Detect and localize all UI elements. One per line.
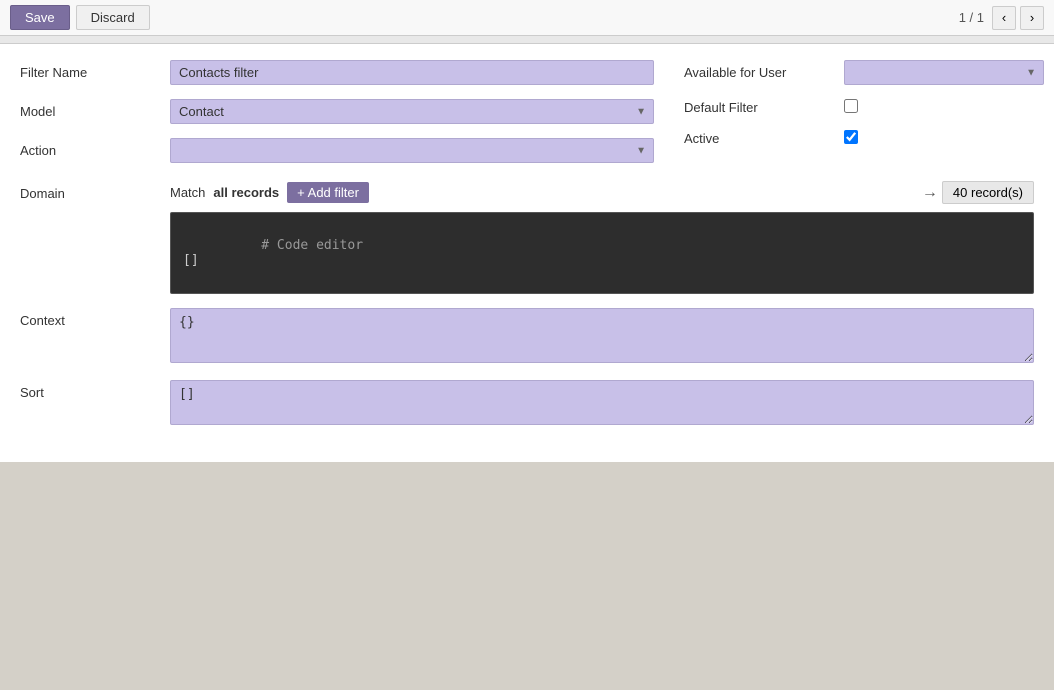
left-panel: Filter Name Model Contact A: [20, 60, 654, 177]
divider: [0, 36, 1054, 44]
filter-name-row: Filter Name: [20, 60, 654, 85]
available-for-user-row: Available for User: [684, 60, 1034, 85]
default-filter-checkbox[interactable]: [844, 99, 858, 113]
context-textarea[interactable]: [170, 308, 1034, 363]
prev-page-button[interactable]: ‹: [992, 6, 1016, 30]
toolbar-left: Save Discard: [10, 5, 150, 30]
action-label: Action: [20, 138, 170, 158]
active-field: [844, 130, 1034, 147]
context-field: [170, 308, 1034, 366]
code-editor[interactable]: # Code editor []: [170, 212, 1034, 294]
domain-header-left: Match all records + Add filter: [170, 182, 369, 203]
active-label: Active: [684, 131, 844, 146]
available-for-user-select[interactable]: [844, 60, 1044, 85]
next-page-button[interactable]: ›: [1020, 6, 1044, 30]
match-all-text: all records: [213, 185, 279, 200]
filter-name-input[interactable]: [170, 60, 654, 85]
toolbar-right: 1 / 1 ‹ ›: [959, 6, 1044, 30]
discard-button[interactable]: Discard: [76, 5, 150, 30]
filter-name-field: [170, 60, 654, 85]
records-count-button[interactable]: 40 record(s): [942, 181, 1034, 204]
domain-header: Match all records + Add filter → 40 reco…: [170, 181, 1034, 204]
action-select[interactable]: [170, 138, 654, 163]
domain-label: Domain: [20, 181, 170, 201]
add-filter-button[interactable]: + Add filter: [287, 182, 369, 203]
sort-label: Sort: [20, 380, 170, 400]
chevron-right-icon: ›: [1030, 10, 1034, 25]
domain-field: Match all records + Add filter → 40 reco…: [170, 181, 1034, 294]
active-row: Active: [684, 130, 1034, 147]
model-field: Contact: [170, 99, 654, 124]
save-button[interactable]: Save: [10, 5, 70, 30]
default-filter-field: [844, 99, 1034, 116]
main-form: Filter Name Model Contact A: [20, 60, 1034, 177]
filter-name-label: Filter Name: [20, 60, 170, 80]
context-label: Context: [20, 308, 170, 328]
code-editor-comment: # Code editor: [261, 238, 363, 253]
sort-row: Sort: [20, 380, 1034, 428]
chevron-left-icon: ‹: [1002, 10, 1006, 25]
records-area: → 40 record(s): [922, 181, 1034, 204]
action-row: Action: [20, 138, 654, 163]
match-text: Match: [170, 185, 205, 200]
available-for-user-field: [844, 60, 1044, 85]
page-wrapper: Save Discard 1 / 1 ‹ › Filter Name: [0, 0, 1054, 690]
sort-field: [170, 380, 1034, 428]
model-select[interactable]: Contact: [170, 99, 654, 124]
model-row: Model Contact: [20, 99, 654, 124]
right-panel: Available for User Default Filter: [654, 60, 1034, 177]
arrow-right-icon: →: [922, 184, 938, 202]
form-area: Filter Name Model Contact A: [0, 44, 1054, 462]
action-field: [170, 138, 654, 163]
pagination-text: 1 / 1: [959, 10, 984, 25]
toolbar: Save Discard 1 / 1 ‹ ›: [0, 0, 1054, 36]
default-filter-label: Default Filter: [684, 100, 844, 115]
default-filter-row: Default Filter: [684, 99, 1034, 116]
domain-row: Domain Match all records + Add filter → …: [20, 181, 1034, 294]
active-checkbox[interactable]: [844, 130, 858, 144]
context-row: Context: [20, 308, 1034, 366]
model-label: Model: [20, 99, 170, 119]
code-editor-value: []: [183, 253, 199, 268]
sort-textarea[interactable]: [170, 380, 1034, 425]
available-for-user-label: Available for User: [684, 65, 844, 80]
